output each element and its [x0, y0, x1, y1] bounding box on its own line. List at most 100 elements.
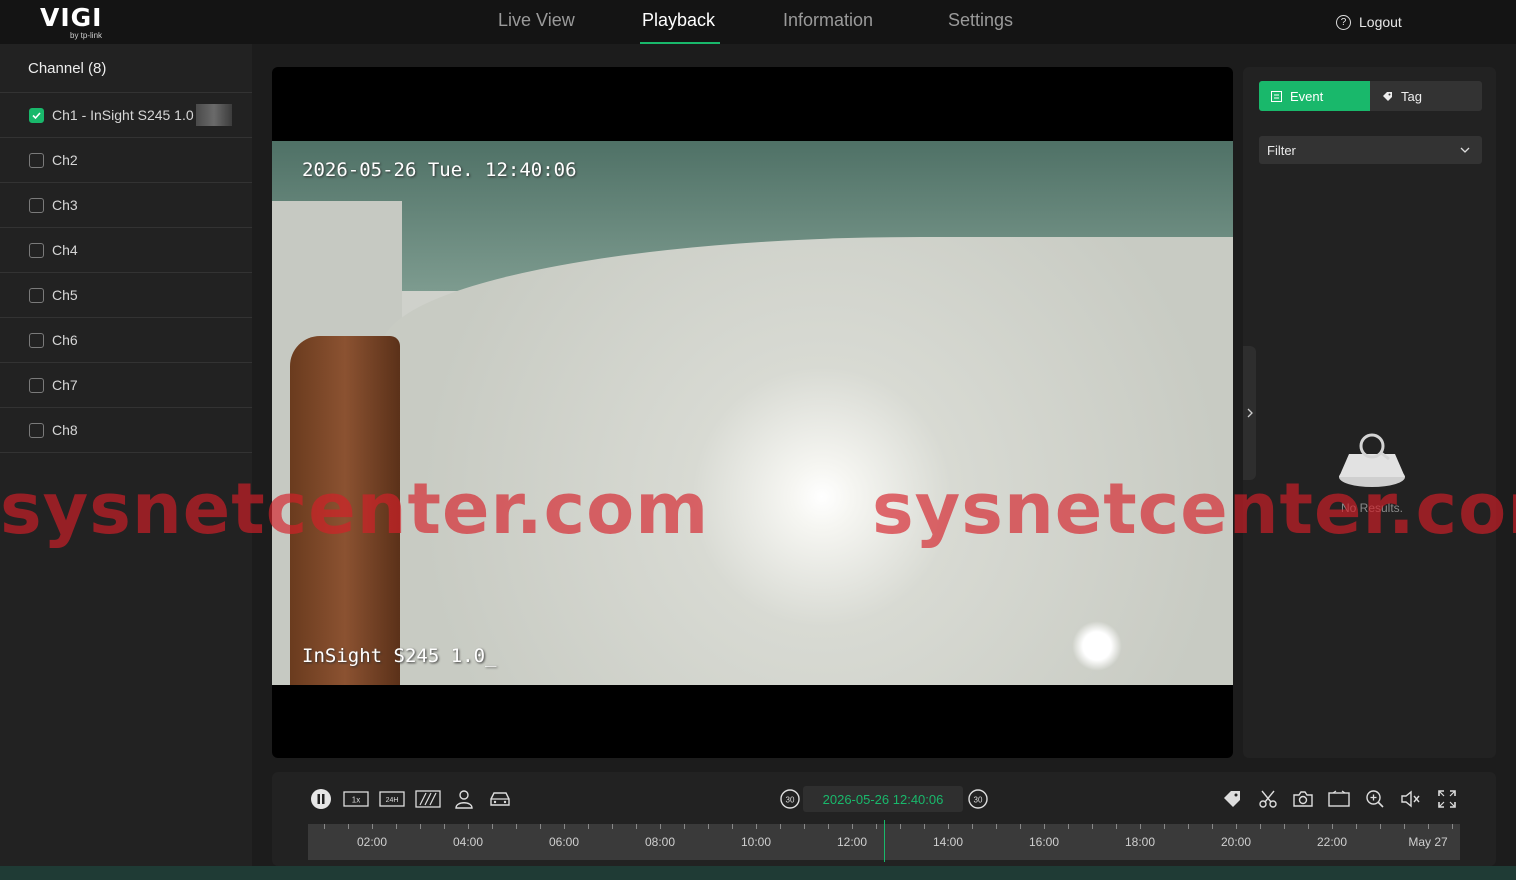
range-24h-icon: 24H [379, 791, 405, 807]
channel-checkbox[interactable] [29, 332, 44, 348]
timeline-tick [372, 824, 373, 829]
channel-item-ch1[interactable]: Ch1 - InSight S245 1.0 [0, 93, 252, 138]
timeline-tick [996, 824, 997, 829]
event-panel: Event Tag Filter No Results. [1243, 67, 1496, 758]
timeline-tick [684, 824, 685, 829]
zoom-button[interactable] [1362, 788, 1388, 810]
tab-event[interactable]: Event [1259, 81, 1370, 111]
timeline-tick [780, 824, 781, 829]
timeline-label: 14:00 [932, 835, 964, 849]
logo-subtext: by tp-link [70, 31, 103, 40]
channel-sidebar: Channel (8) Ch1 - InSight S245 1.0 Ch2 C… [0, 44, 252, 880]
timeline-playhead[interactable] [884, 820, 885, 862]
timeline-tick [1452, 824, 1453, 829]
tab-live-view[interactable]: Live View [498, 10, 575, 44]
fullscreen-button[interactable] [1434, 788, 1460, 810]
channel-label: Ch1 - InSight S245 1.0 [52, 107, 194, 123]
mute-button[interactable] [1398, 788, 1424, 810]
channel-label: Ch8 [52, 422, 78, 438]
add-tag-button[interactable] [1219, 788, 1245, 810]
panel-collapse-handle[interactable] [1243, 346, 1256, 480]
channel-item-ch4[interactable]: Ch4 [0, 228, 252, 273]
tab-settings[interactable]: Settings [948, 10, 1013, 44]
tab-tag[interactable]: Tag [1370, 81, 1482, 111]
skip-forward-30-button[interactable]: 30 [965, 788, 991, 810]
timeline-label: 20:00 [1220, 835, 1252, 849]
timeline-tick [1116, 824, 1117, 829]
range-24h-button[interactable]: 24H [379, 788, 405, 810]
timeline-tick [1308, 824, 1309, 829]
timeline-tick [420, 824, 421, 829]
timeline-tick [900, 824, 901, 829]
timeline-tick [972, 824, 973, 829]
timeline-tick [732, 824, 733, 829]
human-filter-button[interactable] [451, 788, 477, 810]
current-time-display[interactable]: 2026-05-26 12:40:06 [803, 786, 963, 812]
channel-item-ch7[interactable]: Ch7 [0, 363, 252, 408]
timeline-tick [1140, 824, 1141, 829]
skip-back-30-button[interactable]: 30 [777, 788, 803, 810]
timeline-label: 18:00 [1124, 835, 1156, 849]
video-player[interactable]: 2026-05-26 Tue. 12:40:06 InSight S245 1.… [272, 67, 1233, 758]
redacted-suffix [195, 104, 232, 126]
speed-button[interactable]: 1x [343, 788, 369, 810]
logo-text: VIGI [40, 3, 103, 32]
timeline-tick [1188, 824, 1189, 829]
timeline-tick [1020, 824, 1021, 829]
vehicle-filter-button[interactable] [487, 788, 513, 810]
event-tag-tabs: Event Tag [1259, 81, 1482, 111]
channel-item-ch5[interactable]: Ch5 [0, 273, 252, 318]
tab-event-label: Event [1290, 88, 1324, 104]
clip-button[interactable] [1255, 788, 1281, 810]
timeline-label: 22:00 [1316, 835, 1348, 849]
fullscreen-icon [1438, 790, 1456, 808]
channel-checkbox[interactable] [29, 152, 44, 168]
timeline-tick [612, 824, 613, 829]
channel-item-ch3[interactable]: Ch3 [0, 183, 252, 228]
channel-checkbox[interactable] [29, 197, 44, 213]
timeline-tick [708, 824, 709, 829]
timeline-label: 10:00 [740, 835, 772, 849]
speed-label: 1x [352, 796, 360, 805]
timeline-tick [516, 824, 517, 829]
timeline-tick [948, 824, 949, 829]
smart-search-button[interactable] [415, 788, 441, 810]
channel-list-title: Channel (8) [0, 44, 252, 93]
timeline-tick [828, 824, 829, 829]
range-label: 24H [386, 797, 399, 804]
timeline-label: 16:00 [1028, 835, 1060, 849]
channel-checkbox[interactable] [29, 107, 44, 123]
tab-information[interactable]: Information [783, 10, 873, 44]
vigi-logo[interactable]: VIGI by tp-link [40, 4, 120, 42]
timeline-tick [588, 824, 589, 829]
record-button[interactable] [1326, 788, 1352, 810]
timeline-tick [1356, 824, 1357, 829]
channel-checkbox[interactable] [29, 422, 44, 438]
logout-button[interactable]: ? Logout [1336, 14, 1402, 30]
channel-checkbox[interactable] [29, 377, 44, 393]
filter-dropdown[interactable]: Filter [1259, 136, 1482, 164]
speaker-mute-icon [1401, 790, 1420, 808]
snapshot-button[interactable] [1290, 788, 1316, 810]
os-taskbar-strip [0, 866, 1516, 880]
playback-timeline[interactable]: 02:00 04:00 06:00 08:00 10:00 12:00 14:00 16:00… [308, 820, 1460, 862]
playback-controls: 1x 24H 30 2026-05-26 12:40:06 30 02:00 04… [272, 772, 1496, 866]
channel-item-ch6[interactable]: Ch6 [0, 318, 252, 363]
chevron-down-icon [1460, 147, 1470, 153]
channel-checkbox[interactable] [29, 242, 44, 258]
camera-frame[interactable]: 2026-05-26 Tue. 12:40:06 InSight S245 1.… [272, 141, 1233, 685]
pause-button[interactable] [308, 788, 334, 810]
timeline-tick [1260, 824, 1261, 829]
channel-checkbox[interactable] [29, 287, 44, 303]
filter-label: Filter [1267, 142, 1296, 158]
tab-playback[interactable]: Playback [642, 10, 715, 44]
timeline-tick [492, 824, 493, 829]
channel-item-ch8[interactable]: Ch8 [0, 408, 252, 453]
channel-item-ch2[interactable]: Ch2 [0, 138, 252, 183]
tag-icon [1383, 91, 1392, 101]
timeline-tick [348, 824, 349, 829]
osd-datetime: 2026-05-26 Tue. 12:40:06 [302, 159, 577, 181]
active-tab-indicator [640, 42, 720, 44]
pause-icon [311, 789, 331, 809]
magnifier-empty-icon [1339, 433, 1405, 487]
